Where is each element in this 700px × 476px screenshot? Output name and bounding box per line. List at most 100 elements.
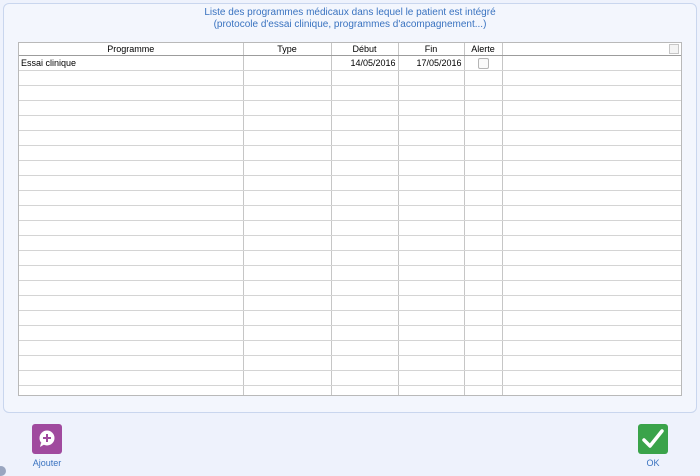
- empty-cell: [19, 220, 244, 236]
- empty-cell: [464, 145, 503, 161]
- empty-cell: [331, 265, 399, 281]
- empty-cell: [331, 385, 399, 395]
- column-header-programme[interactable]: Programme: [19, 43, 244, 56]
- empty-cell: [464, 355, 503, 371]
- empty-cell: [398, 145, 465, 161]
- empty-cell: [464, 250, 503, 266]
- empty-cell: [464, 220, 503, 236]
- empty-cell: [398, 325, 465, 341]
- empty-cell: [19, 70, 244, 86]
- empty-cell: [398, 190, 465, 206]
- empty-cell: [502, 190, 681, 206]
- empty-cell: [19, 145, 244, 161]
- corner-indicator: [0, 466, 6, 476]
- cell-programme: Essai clinique: [19, 55, 244, 71]
- empty-cell: [331, 190, 399, 206]
- empty-cell: [398, 355, 465, 371]
- empty-table-row[interactable]: [19, 205, 681, 221]
- empty-cell: [19, 205, 244, 221]
- empty-cell: [331, 355, 399, 371]
- add-button[interactable]: Ajouter: [29, 424, 65, 468]
- ok-button[interactable]: OK: [635, 424, 671, 468]
- cell-debut: 14/05/2016: [331, 55, 399, 71]
- empty-cell: [243, 280, 332, 296]
- empty-cell: [243, 355, 332, 371]
- empty-cell: [331, 280, 399, 296]
- empty-cell: [464, 130, 503, 146]
- empty-table-row[interactable]: [19, 370, 681, 386]
- empty-cell: [243, 100, 332, 116]
- empty-cell: [331, 340, 399, 356]
- empty-table-row[interactable]: [19, 70, 681, 86]
- empty-table-row[interactable]: [19, 325, 681, 341]
- empty-table-row[interactable]: [19, 235, 681, 251]
- column-header-debut[interactable]: Début: [331, 43, 399, 56]
- empty-cell: [243, 325, 332, 341]
- empty-cell: [19, 85, 244, 101]
- empty-table-row[interactable]: [19, 160, 681, 176]
- empty-cell: [464, 190, 503, 206]
- empty-cell: [398, 85, 465, 101]
- empty-cell: [331, 115, 399, 131]
- empty-cell: [243, 175, 332, 191]
- empty-table-row[interactable]: [19, 280, 681, 296]
- empty-cell: [331, 85, 399, 101]
- empty-table-row[interactable]: [19, 100, 681, 116]
- empty-table-row[interactable]: [19, 385, 681, 395]
- column-header-alerte[interactable]: Alerte: [464, 43, 503, 56]
- empty-cell: [502, 385, 681, 395]
- empty-cell: [243, 310, 332, 326]
- empty-cell: [331, 70, 399, 86]
- empty-cell: [331, 160, 399, 176]
- empty-table-row[interactable]: [19, 145, 681, 161]
- cell-alerte: [464, 55, 503, 71]
- empty-table-row[interactable]: [19, 130, 681, 146]
- empty-cell: [502, 100, 681, 116]
- empty-table-row[interactable]: [19, 85, 681, 101]
- empty-cell: [19, 130, 244, 146]
- scroll-corner: [668, 44, 679, 55]
- empty-cell: [502, 265, 681, 281]
- empty-table-row[interactable]: [19, 220, 681, 236]
- empty-cell: [19, 355, 244, 371]
- empty-table-row[interactable]: [19, 190, 681, 206]
- empty-cell: [464, 385, 503, 395]
- empty-cell: [243, 265, 332, 281]
- empty-cell: [243, 130, 332, 146]
- empty-cell: [243, 235, 332, 251]
- column-header-fin[interactable]: Fin: [398, 43, 465, 56]
- empty-cell: [19, 115, 244, 131]
- column-header-spacer: [502, 43, 681, 56]
- empty-cell: [502, 160, 681, 176]
- empty-table-row[interactable]: [19, 115, 681, 131]
- empty-cell: [464, 100, 503, 116]
- empty-cell: [331, 370, 399, 386]
- empty-cell: [464, 115, 503, 131]
- empty-cell: [398, 220, 465, 236]
- alert-checkbox[interactable]: [477, 58, 489, 70]
- table-row[interactable]: Essai clinique 14/05/2016 17/05/2016: [19, 55, 681, 71]
- empty-table-row[interactable]: [19, 340, 681, 356]
- empty-cell: [243, 145, 332, 161]
- empty-cell: [464, 370, 503, 386]
- empty-table-row[interactable]: [19, 175, 681, 191]
- empty-table-row[interactable]: [19, 310, 681, 326]
- empty-cell: [502, 340, 681, 356]
- empty-cell: [398, 100, 465, 116]
- empty-table-row[interactable]: [19, 295, 681, 311]
- programs-table[interactable]: Programme Type Début Fin Alerte Essai cl…: [18, 42, 682, 396]
- empty-cell: [243, 250, 332, 266]
- empty-cell: [331, 205, 399, 221]
- empty-cell: [331, 325, 399, 341]
- empty-table-row[interactable]: [19, 355, 681, 371]
- empty-cell: [464, 70, 503, 86]
- add-button-label: Ajouter: [32, 458, 62, 468]
- empty-cell: [398, 385, 465, 395]
- page-title: Liste des programmes médicaux dans leque…: [0, 7, 700, 31]
- empty-cell: [19, 160, 244, 176]
- cell-fin: 17/05/2016: [398, 55, 465, 71]
- empty-table-row[interactable]: [19, 265, 681, 281]
- empty-table-row[interactable]: [19, 250, 681, 266]
- column-header-type[interactable]: Type: [243, 43, 332, 56]
- empty-cell: [502, 355, 681, 371]
